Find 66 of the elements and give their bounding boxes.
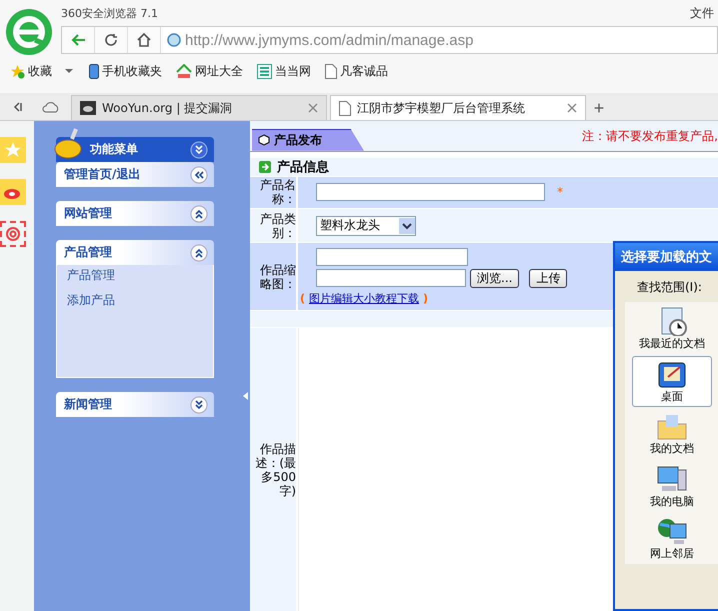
category-select[interactable]: 塑料水龙头	[316, 216, 416, 236]
close-icon[interactable]	[308, 103, 318, 113]
computer-icon	[656, 464, 688, 494]
warning-note: 注：请不要发布重复产品,	[582, 128, 718, 145]
bag-icon	[54, 127, 84, 159]
mail-button[interactable]	[0, 221, 26, 247]
bracket-mark: (	[300, 292, 306, 305]
browser-logo	[5, 8, 53, 56]
name-field[interactable]	[316, 183, 545, 202]
phone-icon	[89, 64, 99, 78]
field-label: 产品名称：	[259, 178, 296, 206]
collapse-icon	[11, 101, 23, 113]
place-item[interactable]: 我最近的文档	[632, 304, 712, 354]
new-tab-button[interactable]: +	[586, 96, 612, 120]
bracket-mark: )	[423, 292, 428, 305]
field-label: 产品类别：	[259, 212, 296, 240]
menu-link[interactable]: 产品管理	[67, 267, 213, 284]
file-menu[interactable]: 文件	[690, 4, 714, 22]
menu-section-header[interactable]: 网站管理	[56, 201, 214, 226]
browser-tab[interactable]: 江阴市梦宇模塑厂后台管理系统	[330, 95, 586, 120]
weibo-button[interactable]	[0, 179, 26, 205]
close-icon[interactable]	[567, 103, 577, 113]
place-item[interactable]: 桌面	[632, 356, 712, 407]
place-item[interactable]: 网上邻居	[632, 514, 712, 564]
section-title: 产品信息	[277, 158, 329, 176]
bookmark-link[interactable]: 手机收藏夹	[89, 62, 162, 80]
page-icon	[339, 100, 351, 116]
bookmark-link[interactable]: 收藏	[10, 62, 75, 80]
bookmark-link[interactable]: 当当网	[257, 62, 311, 80]
page-icon	[325, 64, 337, 78]
menu-section-header[interactable]: 新闻管理	[56, 392, 214, 417]
required-mark: *	[557, 185, 563, 200]
arrow-right-icon	[259, 160, 271, 173]
bookmark-link[interactable]: 网址大全	[176, 62, 243, 80]
caret-icon[interactable]	[63, 67, 75, 75]
content-tab[interactable]: 产品发布	[252, 128, 364, 151]
chevron-left-icon[interactable]	[190, 166, 208, 184]
chevron-down-icon[interactable]	[190, 140, 208, 158]
bookmark-link[interactable]: 凡客诚品	[325, 62, 388, 80]
browser-tab[interactable]: WooYun.org | 提交漏洞	[71, 95, 327, 120]
image-path-field[interactable]	[316, 248, 468, 266]
grid-icon	[257, 64, 272, 78]
star-icon	[10, 64, 25, 78]
menu-section-header[interactable]: 管理首页/退出	[56, 162, 214, 187]
collapse-arrow-icon[interactable]	[242, 392, 248, 400]
place-item[interactable]: 我的文档	[632, 408, 712, 460]
house-icon	[176, 64, 192, 78]
chevron-up-icon[interactable]	[190, 204, 208, 222]
globe-computer-icon	[656, 516, 688, 546]
browse-button[interactable]: 浏览...	[470, 268, 520, 288]
file-field[interactable]	[316, 269, 466, 288]
tutorial-link[interactable]: 图片编辑大小教程下载	[309, 290, 420, 306]
chevron-down-icon[interactable]	[190, 396, 208, 414]
star-icon	[4, 141, 22, 159]
cloud-icon	[42, 101, 60, 113]
place-item[interactable]: 我的电脑	[632, 461, 712, 512]
app-title: 360安全浏览器 7.1	[61, 6, 158, 20]
upload-button[interactable]: 上传	[529, 268, 568, 288]
field-label: 作品描述：(最多500字)	[254, 442, 296, 498]
menu-section-header[interactable]: 产品管理	[56, 240, 214, 265]
dialog-title: 选择要加载的文	[615, 243, 718, 271]
menu-link[interactable]: 添加产品	[67, 292, 213, 309]
site-icon	[80, 101, 96, 115]
chevron-up-icon[interactable]	[190, 244, 208, 262]
look-in-label: 查找范围(I):	[637, 279, 703, 296]
field-label: 作品缩略图：	[259, 262, 296, 291]
